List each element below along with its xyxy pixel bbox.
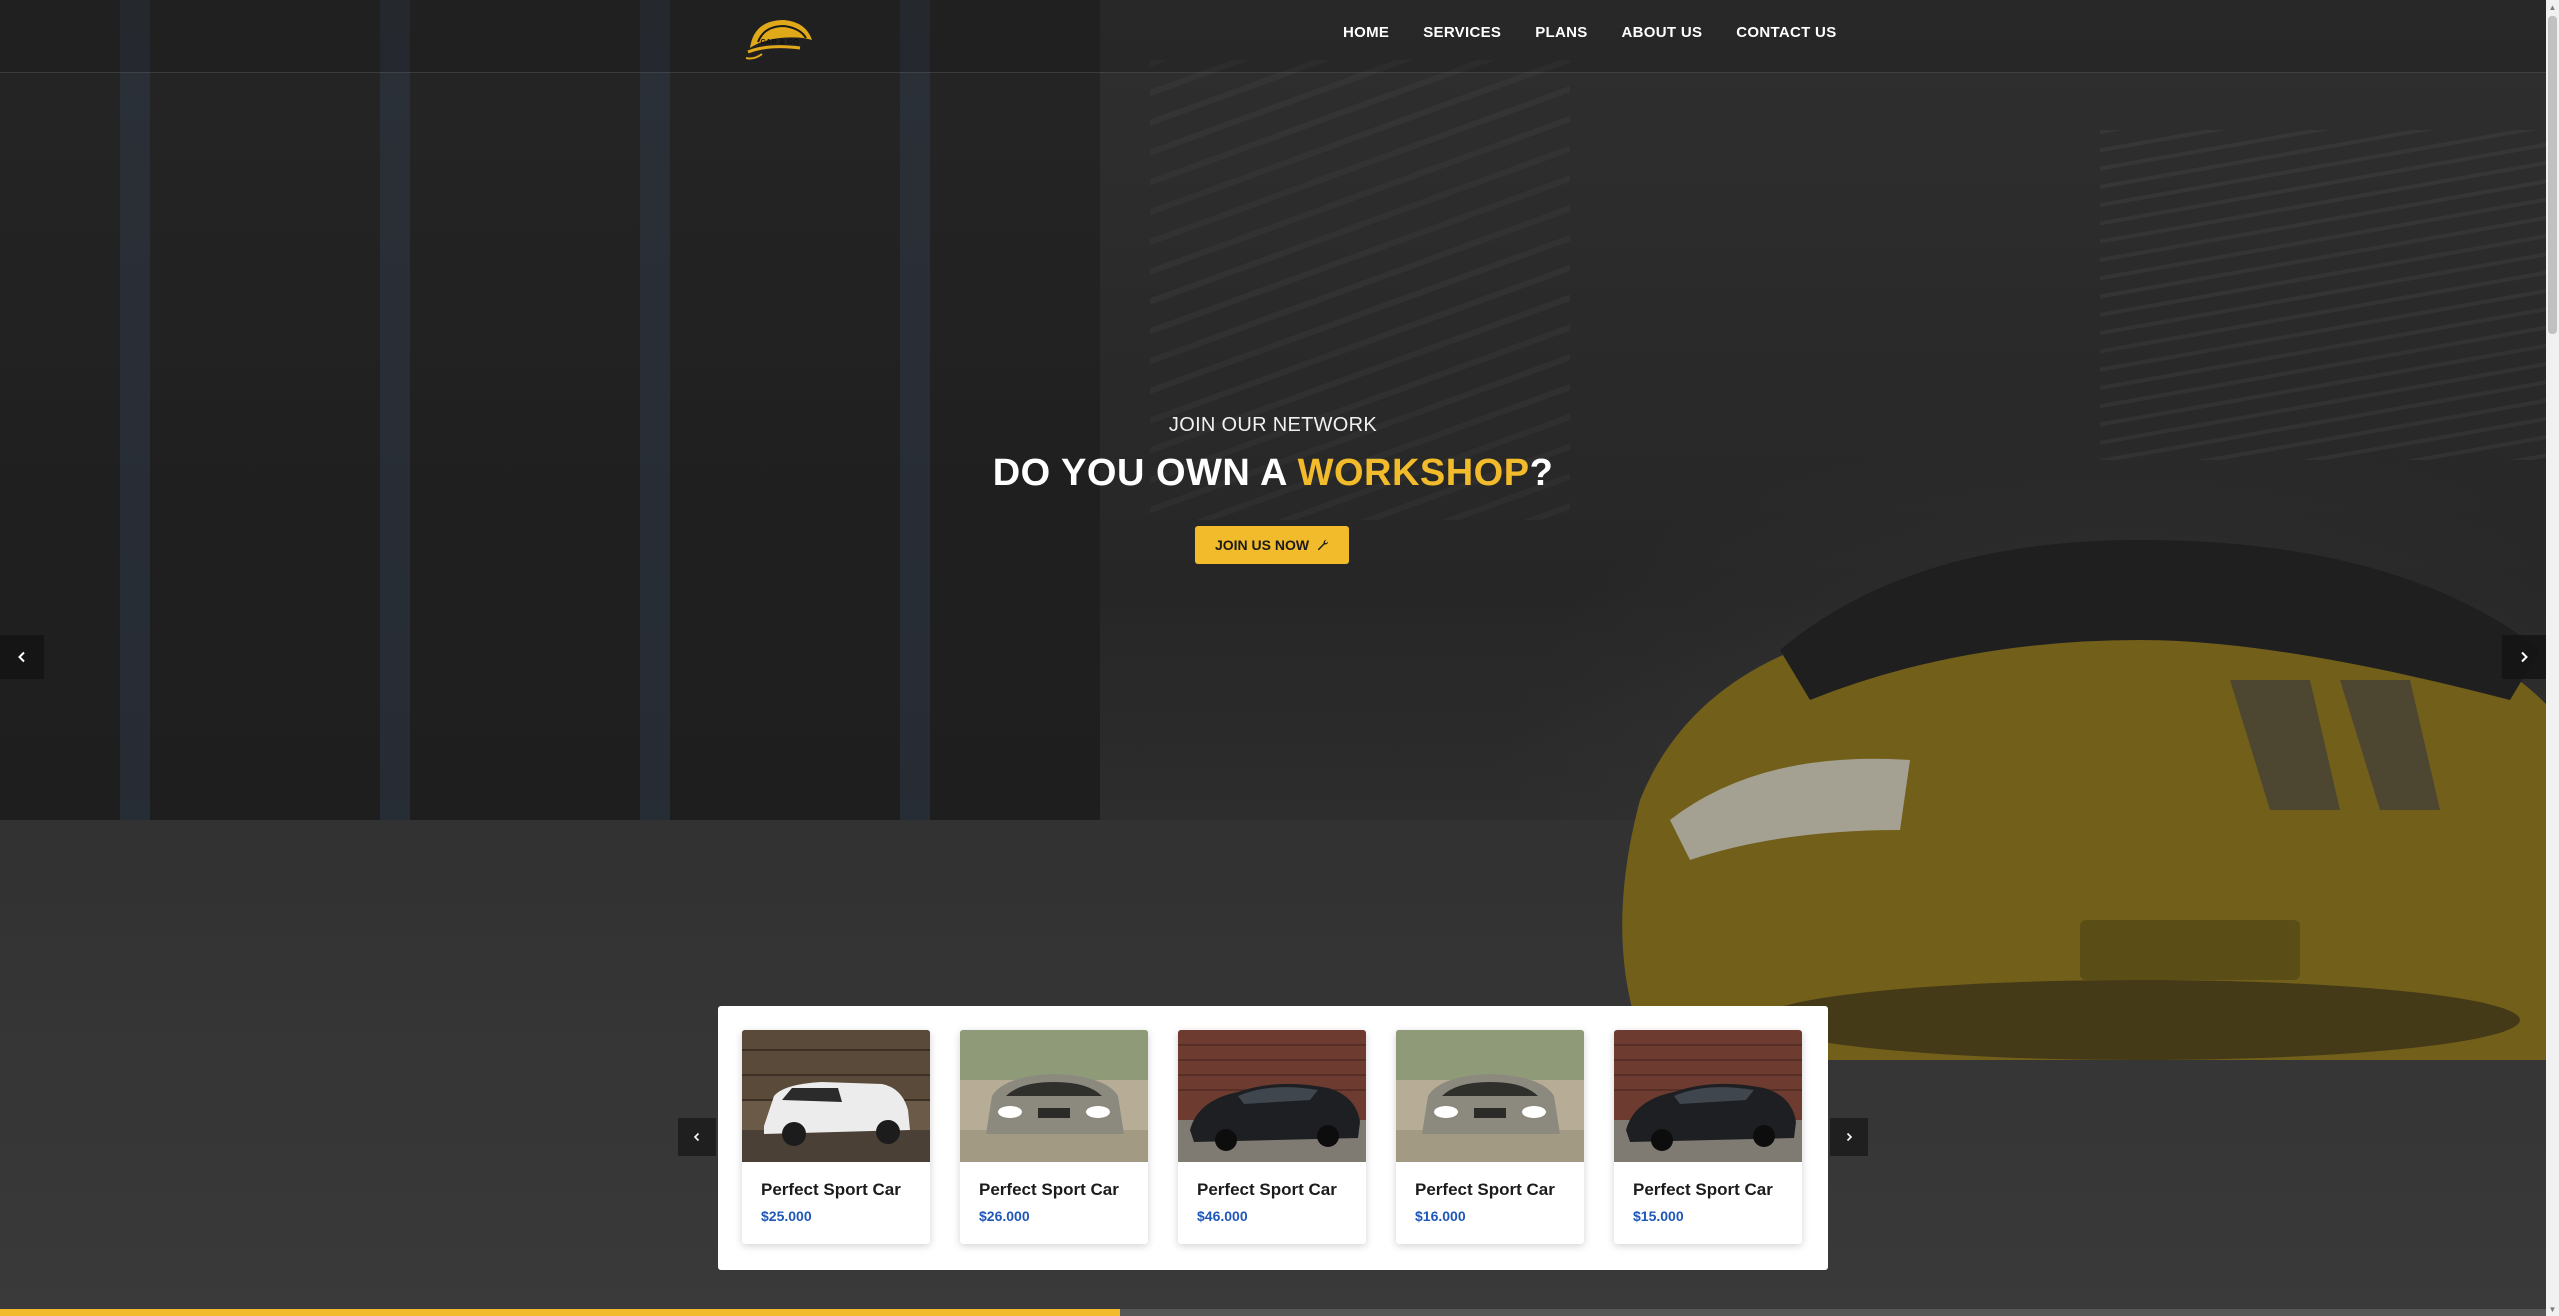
car-image-black-coupe [1178, 1030, 1366, 1162]
car-card[interactable]: Perfect Sport Car $46.000 [1178, 1030, 1366, 1244]
hero-subtitle: JOIN OUR NETWORK [1168, 414, 1378, 436]
join-us-now-button[interactable]: JOIN US NOW [1195, 526, 1349, 564]
scroll-down-arrow-icon[interactable]: ▼ [2546, 1302, 2559, 1316]
car-name: Perfect Sport Car [979, 1180, 1119, 1199]
hero-prev-arrow[interactable] [0, 635, 44, 679]
top-navbar: CAR & GO HOME SERVICES PLANS ABOUT US CO… [0, 0, 2546, 73]
chevron-right-icon [2521, 651, 2528, 663]
car-name: Perfect Sport Car [1633, 1180, 1773, 1199]
hero-title-prefix: DO YOU OWN A [992, 452, 1298, 494]
hero-title: DO YOU OWN A WORKSHOP? [0, 452, 2546, 495]
nav-services[interactable]: SERVICES [1423, 24, 1501, 41]
hero-next-arrow[interactable] [2502, 635, 2546, 679]
car-name: Perfect Sport Car [761, 1180, 901, 1199]
car-name: Perfect Sport Car [1415, 1180, 1555, 1199]
carousel-next-button[interactable] [1830, 1118, 1868, 1156]
car-card[interactable]: Perfect Sport Car $16.000 [1396, 1030, 1584, 1244]
car-card[interactable]: Perfect Sport Car $26.000 [960, 1030, 1148, 1244]
nav-about-us[interactable]: ABOUT US [1622, 24, 1703, 41]
car-image-black-coupe [1614, 1030, 1802, 1162]
car-carousel: Perfect Sport Car $25.000 Perfect Sport … [718, 1006, 1828, 1270]
car-image-silver-suv [960, 1030, 1148, 1162]
main-navigation: HOME SERVICES PLANS ABOUT US CONTACT US [1343, 24, 1837, 41]
car-image-white-suv [742, 1030, 930, 1162]
car-price: $26.000 [979, 1208, 1030, 1224]
chevron-right-icon [1846, 1132, 1853, 1142]
car-name: Perfect Sport Car [1197, 1180, 1337, 1199]
car-card[interactable]: Perfect Sport Car $15.000 [1614, 1030, 1802, 1244]
car-price: $15.000 [1633, 1208, 1684, 1224]
car-image-silver-suv [1396, 1030, 1584, 1162]
car-logo-icon [745, 20, 812, 60]
scrollbar-thumb[interactable] [2548, 16, 2557, 334]
wrench-icon [1317, 539, 1329, 551]
slider-progress-bar [0, 1309, 2546, 1316]
scroll-up-arrow-icon[interactable]: ▲ [2546, 0, 2559, 14]
nav-plans[interactable]: PLANS [1535, 24, 1587, 41]
page: CAR & GO HOME SERVICES PLANS ABOUT US CO… [0, 0, 2559, 1316]
nav-contact-us[interactable]: CONTACT US [1736, 24, 1836, 41]
page-scrollbar[interactable]: ▲ ▼ [2546, 0, 2559, 1316]
chevron-left-icon [18, 651, 25, 663]
hero-title-suffix: ? [1529, 452, 1554, 494]
car-price: $16.000 [1415, 1208, 1466, 1224]
car-price: $25.000 [761, 1208, 812, 1224]
hero-title-highlight: WORKSHOP [1297, 452, 1530, 494]
car-price: $46.000 [1197, 1208, 1248, 1224]
brand-logo[interactable]: CAR & GO [744, 12, 816, 64]
join-us-now-label: JOIN US NOW [1214, 537, 1310, 553]
nav-home[interactable]: HOME [1343, 24, 1389, 41]
slider-progress-fill [0, 1309, 1121, 1316]
carousel-prev-button[interactable] [678, 1118, 716, 1156]
car-card[interactable]: Perfect Sport Car $25.000 [742, 1030, 930, 1244]
chevron-left-icon [693, 1132, 700, 1142]
logo-text: CAR & GO [760, 39, 800, 46]
